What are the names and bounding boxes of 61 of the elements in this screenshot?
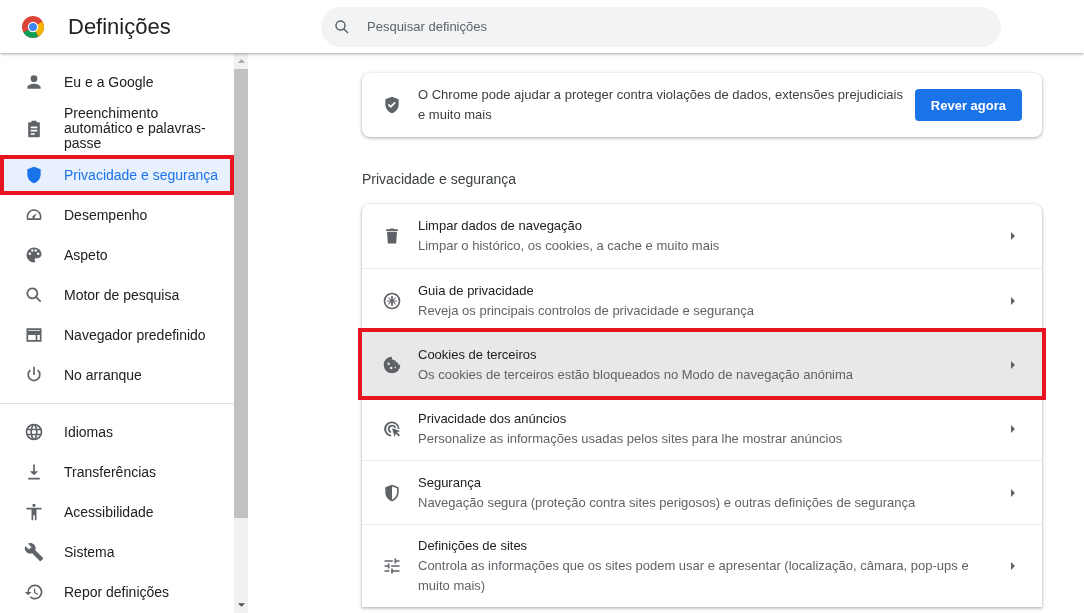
scroll-up-icon[interactable] (236, 58, 246, 64)
scrollbar[interactable] (234, 53, 248, 613)
sidebar-item[interactable]: Acessibilidade (0, 492, 234, 532)
row-description: Navegação segura (proteção contra sites perigosos) e outras definições de segurança (418, 493, 917, 512)
row-description: Limpar o histórico, os cookies, a cache e muito mais (418, 237, 721, 255)
wrench-icon (24, 542, 44, 562)
sidebar-item[interactable]: Motor de pesquisa (0, 275, 234, 315)
scroll-down-icon[interactable] (236, 602, 246, 608)
settings-row[interactable]: Privacidade dos anúncios Personalize as informações usadas pelos sites para lhe mostrar anúncios (362, 396, 1042, 460)
row-description: Os cookies de terceiros estão bloqueados no Modo de navegação anónima (418, 365, 855, 384)
chevron-right-icon (1010, 231, 1016, 241)
globe-icon (24, 422, 44, 442)
search-icon (24, 285, 44, 305)
row-title: Definições de sites (418, 537, 529, 555)
browser-logo-icon (21, 14, 45, 39)
safety-check-text: O Chrome pode ajudar a proteger contra violações de dados, extensões prejudiciais e muito mais (418, 86, 904, 124)
palette-icon (24, 245, 44, 265)
target-cursor-icon (382, 418, 402, 439)
settings-row[interactable]: Limpar dados de navegação Limpar o histórico, os cookies, a cache e muito mais (362, 204, 1042, 268)
row-title: Limpar dados de navegação (418, 217, 584, 235)
chevron-right-icon (1010, 359, 1016, 370)
settings-row[interactable]: Definições de sites Controla as informações que os sites podem usar e apresentar (localização, câmara, pop-ups e muito mais) (362, 524, 1042, 607)
sidebar-item[interactable]: Preenchimento automático e palavras-passe (0, 102, 234, 155)
sliders-icon (382, 556, 402, 576)
accessibility-icon (24, 502, 44, 522)
sidebar-item[interactable]: Transferências (0, 452, 234, 492)
search-icon (333, 17, 351, 36)
row-title: Guia de privacidade (418, 281, 535, 300)
chevron-right-icon (1010, 487, 1016, 498)
sidebar-item[interactable]: Eu e a Google (0, 62, 234, 102)
sidebar-item[interactable]: Desempenho (0, 195, 234, 235)
sidebar-item[interactable]: Idiomas (0, 412, 234, 452)
shield-icon (382, 482, 402, 503)
page-title: Definições (68, 13, 172, 40)
sidebar-item[interactable]: Aspeto (0, 235, 234, 275)
sidebar-item[interactable]: Navegador predefinido (0, 315, 234, 355)
row-description: Controla as informações que os sites podem usar e apresentar (localização, câmara, pop-ups e muito mais) (418, 557, 970, 595)
sidebar-item[interactable]: No arranque (0, 355, 234, 395)
chevron-right-icon (1010, 295, 1016, 306)
history-icon (24, 582, 44, 602)
chevron-right-icon (1010, 561, 1016, 571)
compass-icon (382, 290, 402, 311)
row-title: Segurança (418, 473, 482, 492)
row-title: Privacidade dos anúncios (418, 409, 568, 428)
row-title: Cookies de terceiros (418, 345, 538, 364)
shield-check-icon (382, 95, 402, 115)
row-description: Personalize as informações usadas pelos sites para lhe mostrar anúncios (418, 429, 844, 448)
review-now-button[interactable]: Rever agora (914, 89, 1022, 121)
row-description: Reveja os principais controlos de privacidade e segurança (418, 301, 756, 320)
scrollbar-thumb[interactable] (234, 69, 248, 518)
cookie-icon (382, 354, 402, 375)
settings-row[interactable]: Segurança Navegação segura (proteção contra sites perigosos) e outras definições de segurança (362, 460, 1042, 524)
sidebar-item[interactable]: Repor definições (0, 572, 234, 612)
search-field[interactable]: Pesquisar definições (321, 6, 1001, 47)
shield-icon (24, 165, 44, 185)
section-heading: Privacidade e segurança (362, 171, 518, 187)
person-icon (24, 72, 44, 92)
chevron-right-icon (1010, 423, 1016, 434)
browser-window-icon (24, 325, 44, 345)
sidebar-item[interactable]: Sistema (0, 532, 234, 572)
sidebar-item[interactable]: Privacidade e segurança (0, 155, 234, 195)
